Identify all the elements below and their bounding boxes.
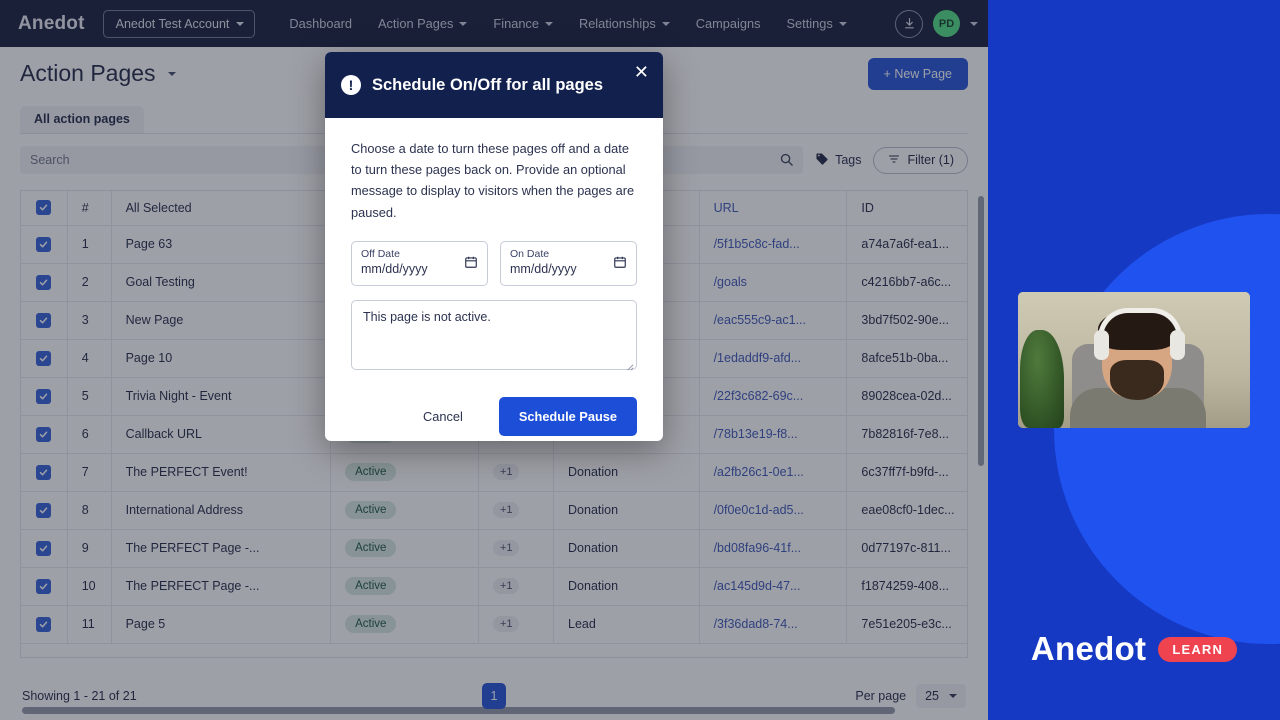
modal-description: Choose a date to turn these pages off an… xyxy=(351,141,635,220)
modal-title: Schedule On/Off for all pages xyxy=(372,75,604,94)
modal-actions: Cancel Schedule Pause xyxy=(351,396,637,436)
headphone-cup-right xyxy=(1170,330,1185,360)
anedot-learn-logo: Anedot LEARN xyxy=(988,630,1280,668)
message-wrapper xyxy=(351,286,637,375)
date-fields-row: Off Date mm/dd/yyyy On Date mm/dd/yyyy xyxy=(351,240,637,286)
headphone-cup-left xyxy=(1094,330,1109,360)
on-date-label: On Date xyxy=(510,247,550,260)
webcam-video xyxy=(1018,292,1250,428)
webcam-person-beard xyxy=(1110,360,1164,400)
learn-badge: LEARN xyxy=(1158,636,1238,662)
modal-body: Choose a date to turn these pages off an… xyxy=(325,118,663,436)
exclamation-icon: ! xyxy=(341,75,361,95)
webcam-plant xyxy=(1020,330,1064,428)
off-date-label: Off Date xyxy=(361,247,400,260)
close-icon[interactable]: ✕ xyxy=(634,63,649,81)
anedot-wordmark: Anedot xyxy=(1030,630,1147,667)
calendar-icon[interactable] xyxy=(613,255,627,274)
schedule-pause-button[interactable]: Schedule Pause xyxy=(498,396,637,436)
cancel-button[interactable]: Cancel xyxy=(401,399,485,434)
pause-message-textarea[interactable] xyxy=(351,299,637,370)
on-date-value: mm/dd/yyyy xyxy=(510,261,577,276)
anedot-learn-panel: Anedot LEARN xyxy=(988,0,1280,720)
off-date-value: mm/dd/yyyy xyxy=(361,261,428,276)
decorative-circle xyxy=(1054,214,1280,644)
calendar-icon[interactable] xyxy=(464,255,478,274)
modal-header: ! Schedule On/Off for all pages ✕ xyxy=(325,52,663,118)
off-date-field[interactable]: Off Date mm/dd/yyyy xyxy=(351,240,488,286)
schedule-onoff-modal: ! Schedule On/Off for all pages ✕ Choose… xyxy=(325,52,663,441)
application-window: Anedot Anedot Test Account Dashboard Act… xyxy=(0,0,988,720)
on-date-field[interactable]: On Date mm/dd/yyyy xyxy=(500,240,637,286)
